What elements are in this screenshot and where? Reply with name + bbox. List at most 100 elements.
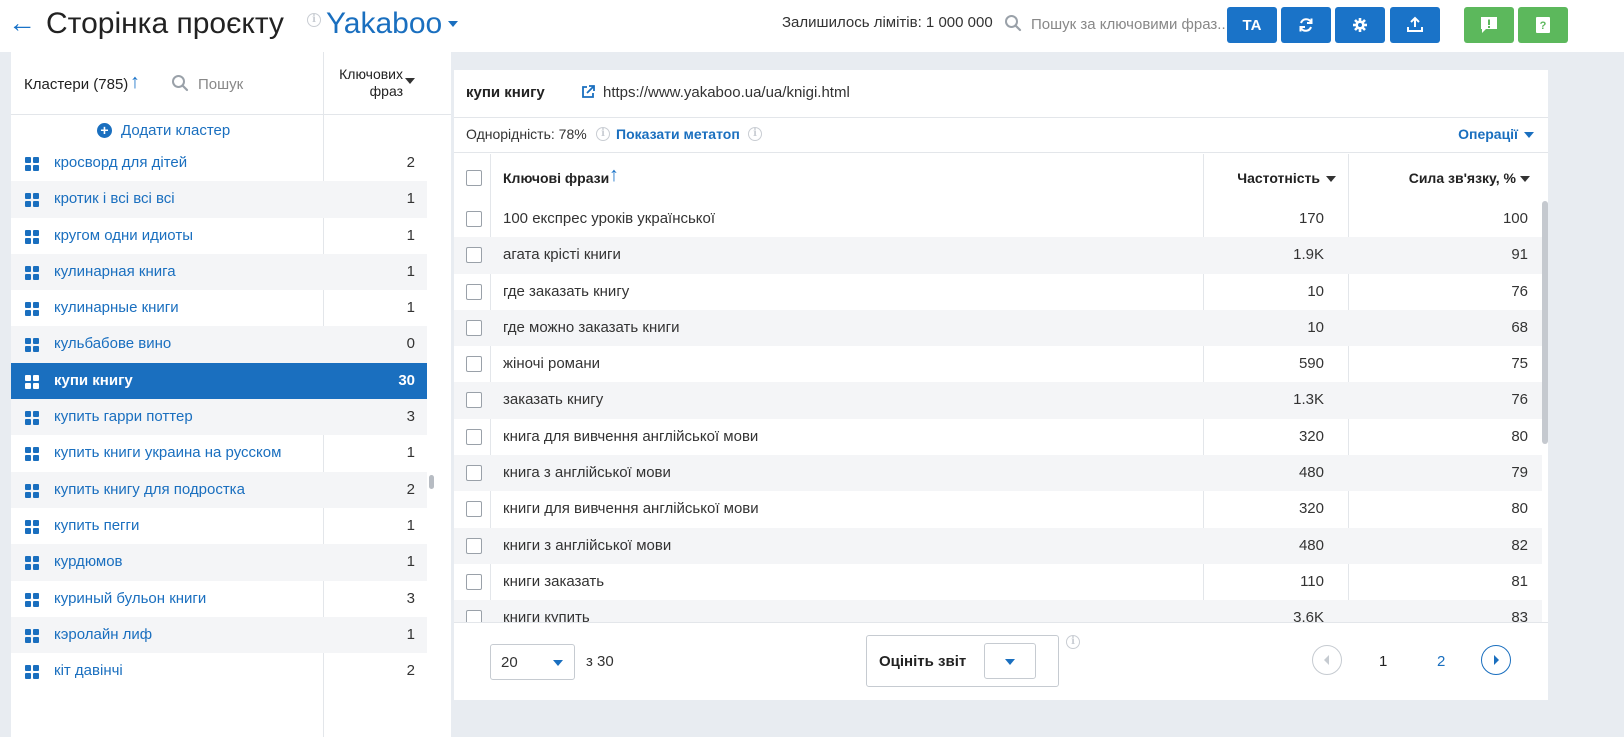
keyword-frequency: 10 bbox=[1307, 318, 1324, 336]
prev-page-button[interactable] bbox=[1312, 645, 1342, 675]
ta-button[interactable]: ТА bbox=[1227, 7, 1277, 43]
caret-down-icon[interactable] bbox=[405, 78, 415, 84]
table-row[interactable]: заказать книгу 1.3K 76 bbox=[454, 382, 1542, 419]
operations-menu[interactable]: Операції bbox=[1458, 126, 1534, 142]
keyword-relation: 91 bbox=[1511, 246, 1528, 264]
add-cluster-button[interactable]: + Додати кластер bbox=[97, 122, 230, 139]
cluster-detail-header: купи книгу https://www.yakaboo.ua/ua/kni… bbox=[454, 70, 1548, 118]
cluster-list-item[interactable]: кулинарная книга 1 bbox=[11, 253, 427, 291]
page-1[interactable]: 1 bbox=[1379, 653, 1387, 670]
rating-select[interactable] bbox=[984, 643, 1036, 679]
row-checkbox[interactable] bbox=[466, 537, 482, 554]
refresh-button[interactable] bbox=[1281, 7, 1331, 43]
info-icon[interactable]: i bbox=[748, 127, 762, 141]
help-button[interactable]: ? bbox=[1518, 7, 1568, 43]
cluster-search-input[interactable] bbox=[198, 73, 318, 95]
search-icon bbox=[1005, 15, 1022, 32]
project-selector[interactable]: Yakaboo bbox=[326, 5, 442, 43]
clusters-title[interactable]: Кластери (785) bbox=[24, 76, 128, 93]
cluster-list-item[interactable]: купить пегги 1 bbox=[11, 508, 427, 544]
cluster-list-item[interactable]: кротик і всі всі всі 1 bbox=[11, 181, 427, 218]
caret-down-icon[interactable] bbox=[1520, 176, 1530, 182]
sort-ascending-icon[interactable]: ↑ bbox=[609, 164, 619, 187]
table-row[interactable]: агата крісті книги 1.9K 91 bbox=[454, 237, 1542, 274]
cluster-list-item[interactable]: кросворд для дітей 2 bbox=[11, 145, 427, 181]
table-row[interactable]: книга з англійської мови 480 79 bbox=[454, 455, 1542, 492]
sort-ascending-icon[interactable]: ↑ bbox=[130, 71, 140, 94]
scrollbar-thumb[interactable] bbox=[1542, 201, 1548, 444]
table-row[interactable]: где можно заказать книги 10 68 bbox=[454, 309, 1542, 347]
row-checkbox[interactable] bbox=[466, 247, 482, 264]
cluster-name: курдюмов bbox=[54, 553, 123, 571]
keyword-phrase: книга з англійської мови bbox=[503, 464, 671, 482]
cluster-name: кіт давінчі bbox=[54, 662, 123, 680]
cluster-keyword-count: 3 bbox=[406, 408, 415, 426]
cluster-grid-icon bbox=[25, 193, 39, 208]
column-header-frequency[interactable]: Частотність bbox=[1237, 170, 1320, 186]
table-row[interactable]: книги заказать 110 81 bbox=[454, 564, 1542, 600]
cluster-list-item[interactable]: кэролайн лиф 1 bbox=[11, 616, 427, 654]
table-row[interactable]: книги з англійської мови 480 82 bbox=[454, 527, 1542, 564]
back-arrow-icon[interactable]: ← bbox=[8, 8, 36, 38]
table-row[interactable]: где заказать книгу 10 76 bbox=[454, 274, 1542, 310]
scrollbar-thumb[interactable] bbox=[429, 475, 434, 489]
keyword-frequency: 480 bbox=[1298, 464, 1324, 482]
upload-icon bbox=[1407, 16, 1423, 32]
row-checkbox[interactable] bbox=[466, 211, 482, 227]
cluster-url[interactable]: https://www.yakaboo.ua/ua/knigi.html bbox=[603, 84, 850, 101]
keyword-frequency: 10 bbox=[1307, 282, 1324, 300]
keyword-phrase: где заказать книгу bbox=[503, 282, 630, 300]
per-page-select[interactable]: 20 bbox=[490, 644, 575, 680]
homogeneity-value: Однорідність: 78% bbox=[466, 126, 587, 142]
cluster-list-item[interactable]: кулинарные книги 1 bbox=[11, 290, 427, 326]
table-row[interactable]: книга для вивчення англійської мови 320 80 bbox=[454, 419, 1542, 455]
cluster-list-item[interactable]: купить книгу для подростка 2 bbox=[11, 471, 427, 508]
info-icon[interactable]: i bbox=[596, 127, 610, 141]
row-checkbox[interactable] bbox=[466, 428, 482, 445]
table-row[interactable]: книги для вивчення англійської мови 320 80 bbox=[454, 491, 1542, 527]
table-row[interactable]: жіночі романи 590 75 bbox=[454, 346, 1542, 382]
row-checkbox[interactable] bbox=[466, 392, 482, 409]
export-button[interactable] bbox=[1390, 7, 1440, 43]
show-metatop-link[interactable]: Показати метатоп bbox=[616, 126, 740, 142]
cluster-name: куриный бульон книги bbox=[54, 589, 207, 607]
row-checkbox[interactable] bbox=[466, 356, 482, 373]
cluster-name: купить пегги bbox=[54, 516, 140, 534]
keyword-frequency: 3.6K bbox=[1293, 609, 1324, 622]
table-row[interactable]: книги купить 3.6K 83 bbox=[454, 600, 1542, 622]
settings-button[interactable] bbox=[1335, 7, 1385, 43]
cluster-list-item[interactable]: кіт давінчі 2 bbox=[11, 653, 427, 689]
cluster-grid-icon bbox=[25, 483, 39, 498]
cluster-list-item[interactable]: купить книги украина на русском 1 bbox=[11, 435, 427, 471]
caret-down-icon[interactable] bbox=[1326, 176, 1336, 182]
row-checkbox[interactable] bbox=[466, 283, 482, 300]
external-link-icon[interactable] bbox=[580, 84, 596, 100]
cluster-keyword-count: 2 bbox=[406, 662, 415, 680]
caret-down-icon[interactable] bbox=[448, 21, 458, 27]
row-checkbox[interactable] bbox=[466, 610, 482, 622]
table-row[interactable]: 100 експрес уроків української 170 100 bbox=[454, 201, 1542, 237]
cluster-grid-icon bbox=[25, 556, 39, 571]
cluster-list-item[interactable]: курдюмов 1 bbox=[11, 544, 427, 581]
row-checkbox[interactable] bbox=[466, 573, 482, 590]
cluster-list-item[interactable]: купи книгу 30 bbox=[11, 362, 427, 400]
cluster-list-item[interactable]: куриный бульон книги 3 bbox=[11, 581, 427, 617]
info-icon[interactable]: i bbox=[1066, 635, 1080, 649]
cluster-list-item[interactable]: кульбабове вино 0 bbox=[11, 326, 427, 363]
next-page-button[interactable] bbox=[1481, 645, 1511, 675]
cluster-keyword-count: 1 bbox=[406, 262, 415, 280]
row-checkbox[interactable] bbox=[466, 501, 482, 518]
select-all-checkbox[interactable] bbox=[466, 170, 482, 186]
row-checkbox[interactable] bbox=[466, 319, 482, 336]
search-icon bbox=[172, 75, 189, 92]
keyword-search-input[interactable] bbox=[1031, 12, 1231, 36]
feedback-button[interactable] bbox=[1464, 7, 1514, 43]
info-icon[interactable]: i bbox=[307, 13, 321, 27]
plus-circle-icon: + bbox=[97, 123, 112, 138]
column-header-relation[interactable]: Сила зв'язку, % bbox=[1409, 170, 1516, 186]
row-checkbox[interactable] bbox=[466, 465, 482, 482]
column-header-phrase[interactable]: Ключові фрази bbox=[503, 170, 609, 186]
page-2[interactable]: 2 bbox=[1437, 653, 1445, 670]
cluster-list-item[interactable]: кругом одни идиоты 1 bbox=[11, 218, 427, 254]
cluster-list-item[interactable]: купить гарри поттер 3 bbox=[11, 399, 427, 436]
